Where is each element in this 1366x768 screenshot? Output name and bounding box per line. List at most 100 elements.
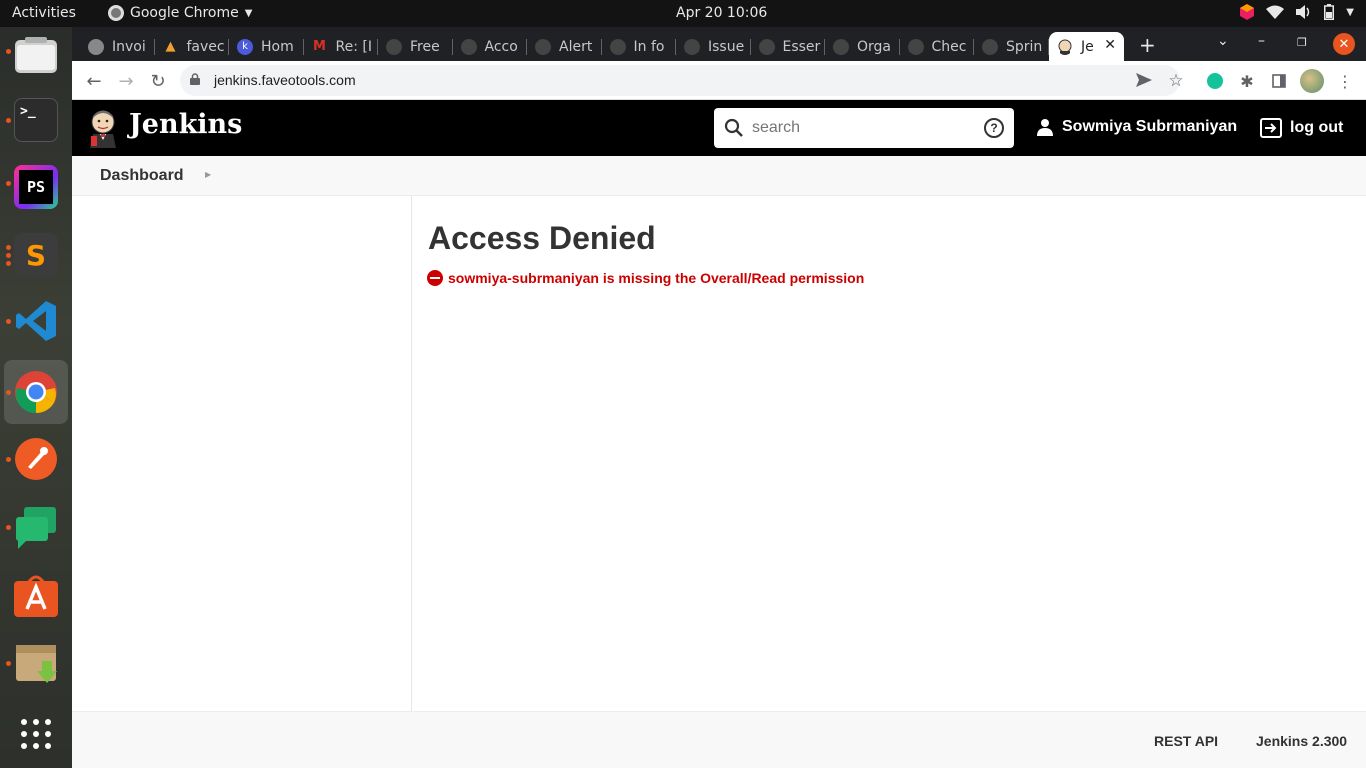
tab-title: Hom xyxy=(261,38,294,55)
profile-avatar[interactable] xyxy=(1300,69,1324,93)
search-box[interactable]: ? xyxy=(714,108,1014,148)
tab-title: Sprin xyxy=(1006,38,1043,55)
github-icon xyxy=(907,38,924,55)
breadcrumb-chevron-icon[interactable]: ▶ xyxy=(205,170,211,179)
activities-button[interactable]: Activities xyxy=(12,5,76,21)
bookmark-star-icon[interactable]: ☆ xyxy=(1163,68,1189,94)
address-bar[interactable]: jenkins.faveotools.com xyxy=(180,65,1180,96)
volume-icon[interactable] xyxy=(1296,5,1312,19)
browser-toolbar: ← → ↻ jenkins.faveotools.com ☆ ✱ ⋮ xyxy=(72,61,1366,100)
browser-tab[interactable]: ▲ favec xyxy=(155,32,229,61)
browser-tab[interactable]: k Hom xyxy=(229,32,304,61)
browser-tab[interactable]: Issue xyxy=(676,32,751,61)
user-name: Sowmiya Subrmaniyan xyxy=(1062,118,1238,135)
github-icon xyxy=(535,38,551,55)
jenkins-favicon xyxy=(1058,39,1072,55)
browser-tab[interactable]: Alert xyxy=(527,32,602,61)
help-icon[interactable]: ? xyxy=(984,118,1004,138)
app-menu[interactable]: Google Chrome ▼ xyxy=(108,5,252,21)
grammarly-icon[interactable] xyxy=(1207,73,1223,89)
github-icon xyxy=(609,38,626,55)
url-text: jenkins.faveotools.com xyxy=(214,72,356,88)
browser-tab[interactable]: Esser xyxy=(751,32,825,61)
tab-title: Free xyxy=(410,38,440,55)
dock-files[interactable] xyxy=(4,23,68,87)
tab-search-button[interactable]: ⌄ xyxy=(1217,33,1229,49)
jenkins-version-link[interactable]: Jenkins 2.300 xyxy=(1256,733,1347,749)
k-icon: k xyxy=(237,38,253,55)
github-icon xyxy=(833,38,849,55)
back-button[interactable]: ← xyxy=(81,68,107,94)
clock[interactable]: Apr 20 10:06 xyxy=(676,5,767,21)
system-menu-caret-icon[interactable]: ▼ xyxy=(1346,7,1354,18)
folder-icon xyxy=(15,37,57,73)
logout-link[interactable]: log out xyxy=(1260,118,1343,138)
rest-api-link[interactable]: REST API xyxy=(1154,733,1218,749)
tab-title: Re: [I xyxy=(335,38,372,55)
forward-button[interactable]: → xyxy=(113,68,139,94)
page-title: Access Denied xyxy=(428,220,656,256)
browser-tab[interactable]: Chec xyxy=(900,32,974,61)
browser-tab[interactable]: M Re: [I xyxy=(304,32,378,61)
send-tab-icon[interactable] xyxy=(1136,73,1152,87)
error-icon xyxy=(427,270,443,286)
tab-title: Orga xyxy=(857,38,891,55)
browser-tab[interactable]: Acco xyxy=(453,32,527,61)
reload-button[interactable]: ↻ xyxy=(145,68,171,94)
github-icon xyxy=(982,38,998,55)
maximize-button[interactable]: ❐ xyxy=(1297,36,1307,49)
dock-archive-manager[interactable] xyxy=(4,631,68,695)
user-link[interactable]: Sowmiya Subrmaniyan xyxy=(1036,118,1237,136)
chrome-mini-icon xyxy=(108,5,124,21)
close-window-button[interactable]: ✕ xyxy=(1333,33,1355,55)
phpstorm-icon: PS xyxy=(14,165,58,209)
jenkins-logo-icon[interactable] xyxy=(88,108,118,148)
system-tray[interactable]: ▼ xyxy=(1240,4,1354,20)
github-icon xyxy=(460,38,477,55)
dock-show-applications[interactable] xyxy=(4,702,68,766)
dock-postman[interactable] xyxy=(4,427,68,491)
dock-phpstorm[interactable]: PS xyxy=(4,155,68,219)
browser-menu-icon[interactable]: ⋮ xyxy=(1332,68,1358,94)
dock-vscode[interactable] xyxy=(4,289,68,353)
browser-tab[interactable]: Orga xyxy=(825,32,900,61)
dock-ubuntu-software[interactable] xyxy=(4,563,68,627)
wifi-icon[interactable] xyxy=(1266,5,1285,19)
tab-title: Alert xyxy=(559,38,593,55)
tab-title: Esser xyxy=(782,38,821,55)
browser-tab[interactable]: Free xyxy=(378,32,453,61)
new-tab-button[interactable]: + xyxy=(1139,33,1156,57)
software-icon xyxy=(14,575,58,617)
tab-jenkins[interactable]: Je ✕ xyxy=(1049,32,1124,61)
lock-icon[interactable] xyxy=(190,73,200,85)
apps-grid-icon xyxy=(21,719,51,749)
breadcrumb-dashboard[interactable]: Dashboard xyxy=(100,167,184,185)
dock-sublime[interactable]: S xyxy=(4,223,68,287)
terminal-icon: >_ xyxy=(14,98,58,142)
gmail-icon: M xyxy=(313,39,326,54)
app-indicator-icon[interactable] xyxy=(1240,4,1255,20)
vscode-icon xyxy=(16,301,56,341)
globe-icon xyxy=(88,38,104,55)
logout-label: log out xyxy=(1290,119,1344,136)
github-icon xyxy=(684,38,700,55)
tab-close-icon[interactable]: ✕ xyxy=(1104,37,1116,53)
dock-terminal[interactable]: >_ xyxy=(4,88,68,152)
extensions-icon[interactable]: ✱ xyxy=(1234,68,1260,94)
browser-tab[interactable]: In fo xyxy=(602,32,676,61)
tab-title: In fo xyxy=(633,38,665,55)
minimize-button[interactable]: – xyxy=(1258,33,1265,49)
browser-tab[interactable]: Sprin xyxy=(974,32,1049,61)
tab-title: favec xyxy=(186,38,225,55)
side-panel-icon[interactable] xyxy=(1272,74,1286,88)
jenkins-title[interactable]: Jenkins xyxy=(129,109,242,140)
dock-chrome[interactable] xyxy=(4,360,68,424)
search-icon xyxy=(724,118,743,137)
battery-icon[interactable] xyxy=(1324,4,1335,20)
browser-tab[interactable]: Invoi xyxy=(80,32,155,61)
error-message: sowmiya-subrmaniyan is missing the Overa… xyxy=(427,270,864,286)
logout-icon xyxy=(1260,118,1282,138)
dock-google-chat[interactable] xyxy=(4,495,68,559)
github-icon xyxy=(386,38,402,55)
search-input[interactable] xyxy=(752,116,972,140)
